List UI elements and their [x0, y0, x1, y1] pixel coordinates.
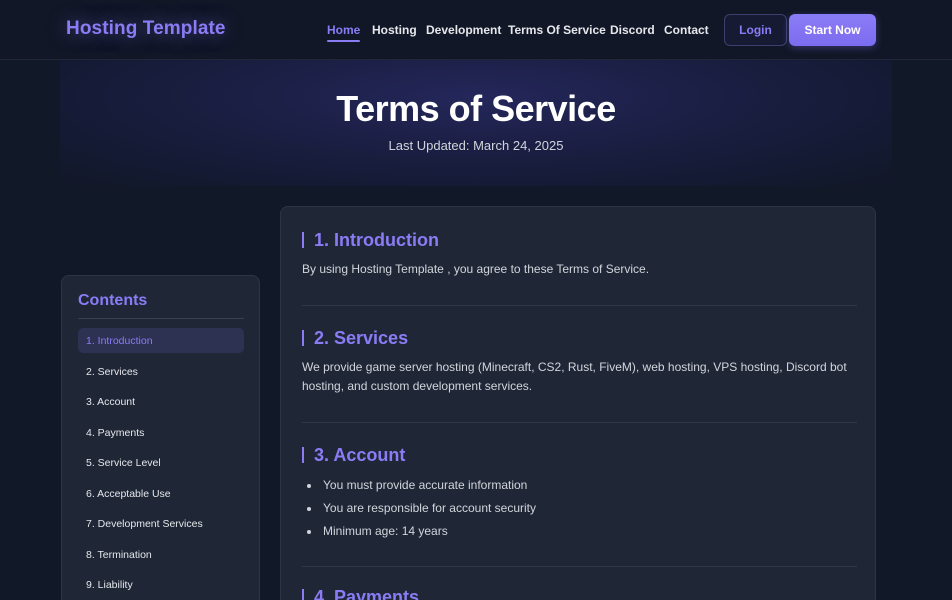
page-title: Terms of Service — [336, 88, 616, 129]
nav-link-terms[interactable]: Terms Of Service — [508, 23, 606, 37]
terms-content-card: 1. Introduction By using Hosting Templat… — [280, 206, 876, 600]
toc-item-account[interactable]: 3. Account — [78, 389, 244, 414]
section-heading-services: 2. Services — [302, 329, 408, 347]
toc-item-services[interactable]: 2. Services — [78, 359, 244, 384]
contents-title: Contents — [78, 292, 148, 309]
section-heading-payments: 4. Payments — [302, 588, 419, 600]
list-item-text: You are responsible for account security — [323, 501, 537, 515]
section-divider — [302, 566, 857, 567]
list-item-text: You must provide accurate information — [323, 478, 528, 492]
nav-link-contact[interactable]: Contact — [664, 23, 709, 37]
toc-item-introduction[interactable]: 1. Introduction — [78, 328, 244, 353]
nav-link-discord[interactable]: Discord — [610, 23, 655, 37]
section-heading-introduction: 1. Introduction — [302, 231, 439, 249]
nav-link-hosting[interactable]: Hosting — [372, 23, 417, 37]
nav-link-home[interactable]: Home — [327, 23, 361, 42]
section-text-introduction: By using Hosting Template , you agree to… — [302, 262, 650, 276]
section-heading-account: 3. Account — [302, 446, 405, 464]
nav-link-development[interactable]: Development — [426, 23, 501, 37]
contents-sidebar: Contents 1. Introduction 2. Services 3. … — [61, 275, 260, 600]
section-divider — [302, 422, 857, 423]
login-button[interactable]: Login — [724, 14, 787, 46]
start-now-button[interactable]: Start Now — [789, 14, 876, 46]
section-text-services: We provide game server hosting (Minecraf… — [302, 360, 847, 393]
toc-item-acceptable-use[interactable]: 6. Acceptable Use — [78, 481, 244, 506]
bullet-dot-icon — [307, 530, 311, 534]
bullet-dot-icon — [307, 484, 311, 488]
list-item-text: Minimum age: 14 years — [323, 524, 448, 538]
bullet-dot-icon — [307, 507, 311, 511]
toc-item-payments[interactable]: 4. Payments — [78, 420, 244, 445]
contents-divider — [78, 318, 244, 319]
section-divider — [302, 305, 857, 306]
brand-logo[interactable]: Hosting Template — [66, 18, 226, 40]
toc-item-service-level[interactable]: 5. Service Level — [78, 450, 244, 475]
toc-item-termination[interactable]: 8. Termination — [78, 542, 244, 567]
top-navbar: Hosting Template Home Hosting Developmen… — [0, 0, 952, 60]
toc-item-development-services[interactable]: 7. Development Services — [78, 511, 244, 536]
toc-item-liability[interactable]: 9. Liability — [78, 572, 244, 597]
last-updated-text: Last Updated: March 24, 2025 — [388, 138, 564, 153]
